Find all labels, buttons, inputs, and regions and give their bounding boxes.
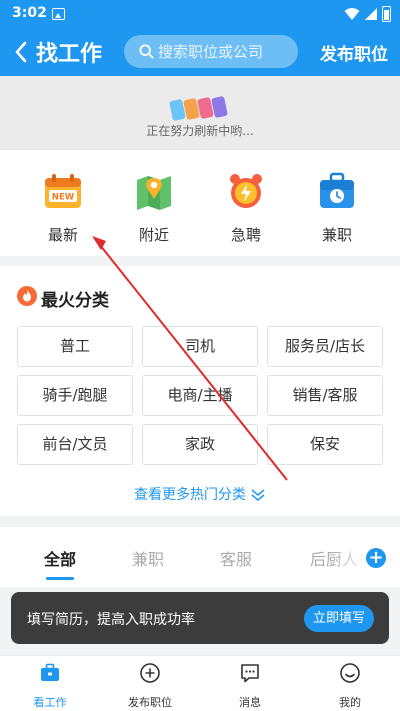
publish-job-button[interactable]: 发布职位 (320, 40, 388, 65)
briefcase-clock-icon (320, 172, 354, 208)
back-arrow-icon[interactable] (12, 40, 32, 64)
toast-message: 填写简历，提高入职成功率 (27, 612, 195, 628)
quick-categories: NEW 最新 附近 急聘 兼职 (0, 150, 400, 256)
nav-label: 发布职位 (128, 696, 172, 709)
search-input[interactable] (158, 35, 294, 68)
quick-label: 附近 (138, 226, 169, 244)
hot-categories-section: 最火分类 普工 司机 服务员/店长 骑手/跑腿 电商/主播 销售/客服 前台/文… (0, 266, 400, 516)
signal-icon (365, 8, 377, 20)
refresh-banner: 正在努力刷新中哟... (0, 76, 400, 150)
category-chip[interactable]: 骑手/跑腿 (17, 375, 133, 416)
loading-cards-icon (169, 95, 231, 122)
nav-item-jobs[interactable]: 看工作 (10, 662, 90, 710)
nav-label: 消息 (239, 696, 261, 709)
category-chip[interactable]: 司机 (142, 326, 258, 367)
new-calendar-icon: NEW (45, 174, 81, 208)
map-pin-icon (137, 176, 171, 210)
active-tab-indicator (46, 577, 74, 580)
job-tabs: 全部 兼职 客服 后厨人 + (0, 527, 400, 587)
wifi-icon (344, 8, 360, 20)
nav-item-publish[interactable]: 发布职位 (110, 662, 190, 710)
fill-resume-button[interactable]: 立即填写 (304, 605, 374, 632)
category-chip[interactable]: 保安 (267, 424, 383, 465)
battery-icon (382, 6, 391, 22)
category-chip[interactable]: 前台/文员 (17, 424, 133, 465)
category-chip[interactable]: 销售/客服 (267, 375, 383, 416)
page-title: 找工作 (36, 42, 103, 67)
fire-icon (17, 286, 37, 306)
double-chevron-down-icon (251, 489, 265, 501)
status-bar: 3:02 (0, 0, 400, 28)
tab-parttime[interactable]: 兼职 (132, 546, 164, 570)
quick-item-parttime[interactable]: 兼职 (307, 172, 367, 245)
profile-smile-icon (340, 663, 360, 683)
refresh-text: 正在努力刷新中哟... (146, 124, 254, 138)
more-categories-link[interactable]: 查看更多热门分类 (0, 484, 400, 504)
quick-item-newest[interactable]: NEW 最新 (33, 172, 93, 245)
category-chip[interactable]: 普工 (17, 326, 133, 367)
image-notification-icon (52, 8, 65, 20)
app-header: 找工作 发布职位 (0, 28, 400, 76)
message-icon (241, 664, 259, 683)
tabs-fade (330, 539, 370, 575)
tab-all[interactable]: 全部 (44, 546, 76, 570)
resume-toast: 填写简历，提高入职成功率 立即填写 (11, 592, 389, 644)
category-chip[interactable]: 服务员/店长 (267, 326, 383, 367)
nav-item-messages[interactable]: 消息 (210, 662, 290, 710)
briefcase-icon (41, 663, 59, 681)
bottom-nav: 看工作 发布职位 消息 我的 (0, 655, 400, 711)
nav-item-profile[interactable]: 我的 (310, 662, 390, 710)
hot-categories-title: 最火分类 (41, 291, 109, 311)
search-icon (139, 44, 154, 59)
status-time: 3:02 (12, 5, 47, 21)
plus-circle-icon (140, 663, 160, 683)
svg-text:NEW: NEW (52, 193, 75, 203)
quick-label: 最新 (47, 226, 78, 244)
add-tab-plus-icon[interactable]: + (366, 548, 386, 568)
quick-label: 兼职 (321, 226, 352, 244)
search-box[interactable] (124, 35, 298, 68)
tab-customer-service[interactable]: 客服 (220, 546, 252, 570)
alarm-clock-icon (230, 174, 262, 208)
nav-label: 看工作 (33, 696, 67, 709)
quick-item-nearby[interactable]: 附近 (124, 172, 184, 245)
category-chip[interactable]: 电商/主播 (142, 375, 258, 416)
more-categories-label: 查看更多热门分类 (134, 487, 246, 503)
top-bar: 3:02 找工作 发布职位 (0, 0, 400, 76)
quick-item-urgent[interactable]: 急聘 (216, 172, 276, 245)
nav-label: 我的 (339, 696, 361, 709)
quick-label: 急聘 (230, 226, 261, 244)
category-chip[interactable]: 家政 (142, 424, 258, 465)
